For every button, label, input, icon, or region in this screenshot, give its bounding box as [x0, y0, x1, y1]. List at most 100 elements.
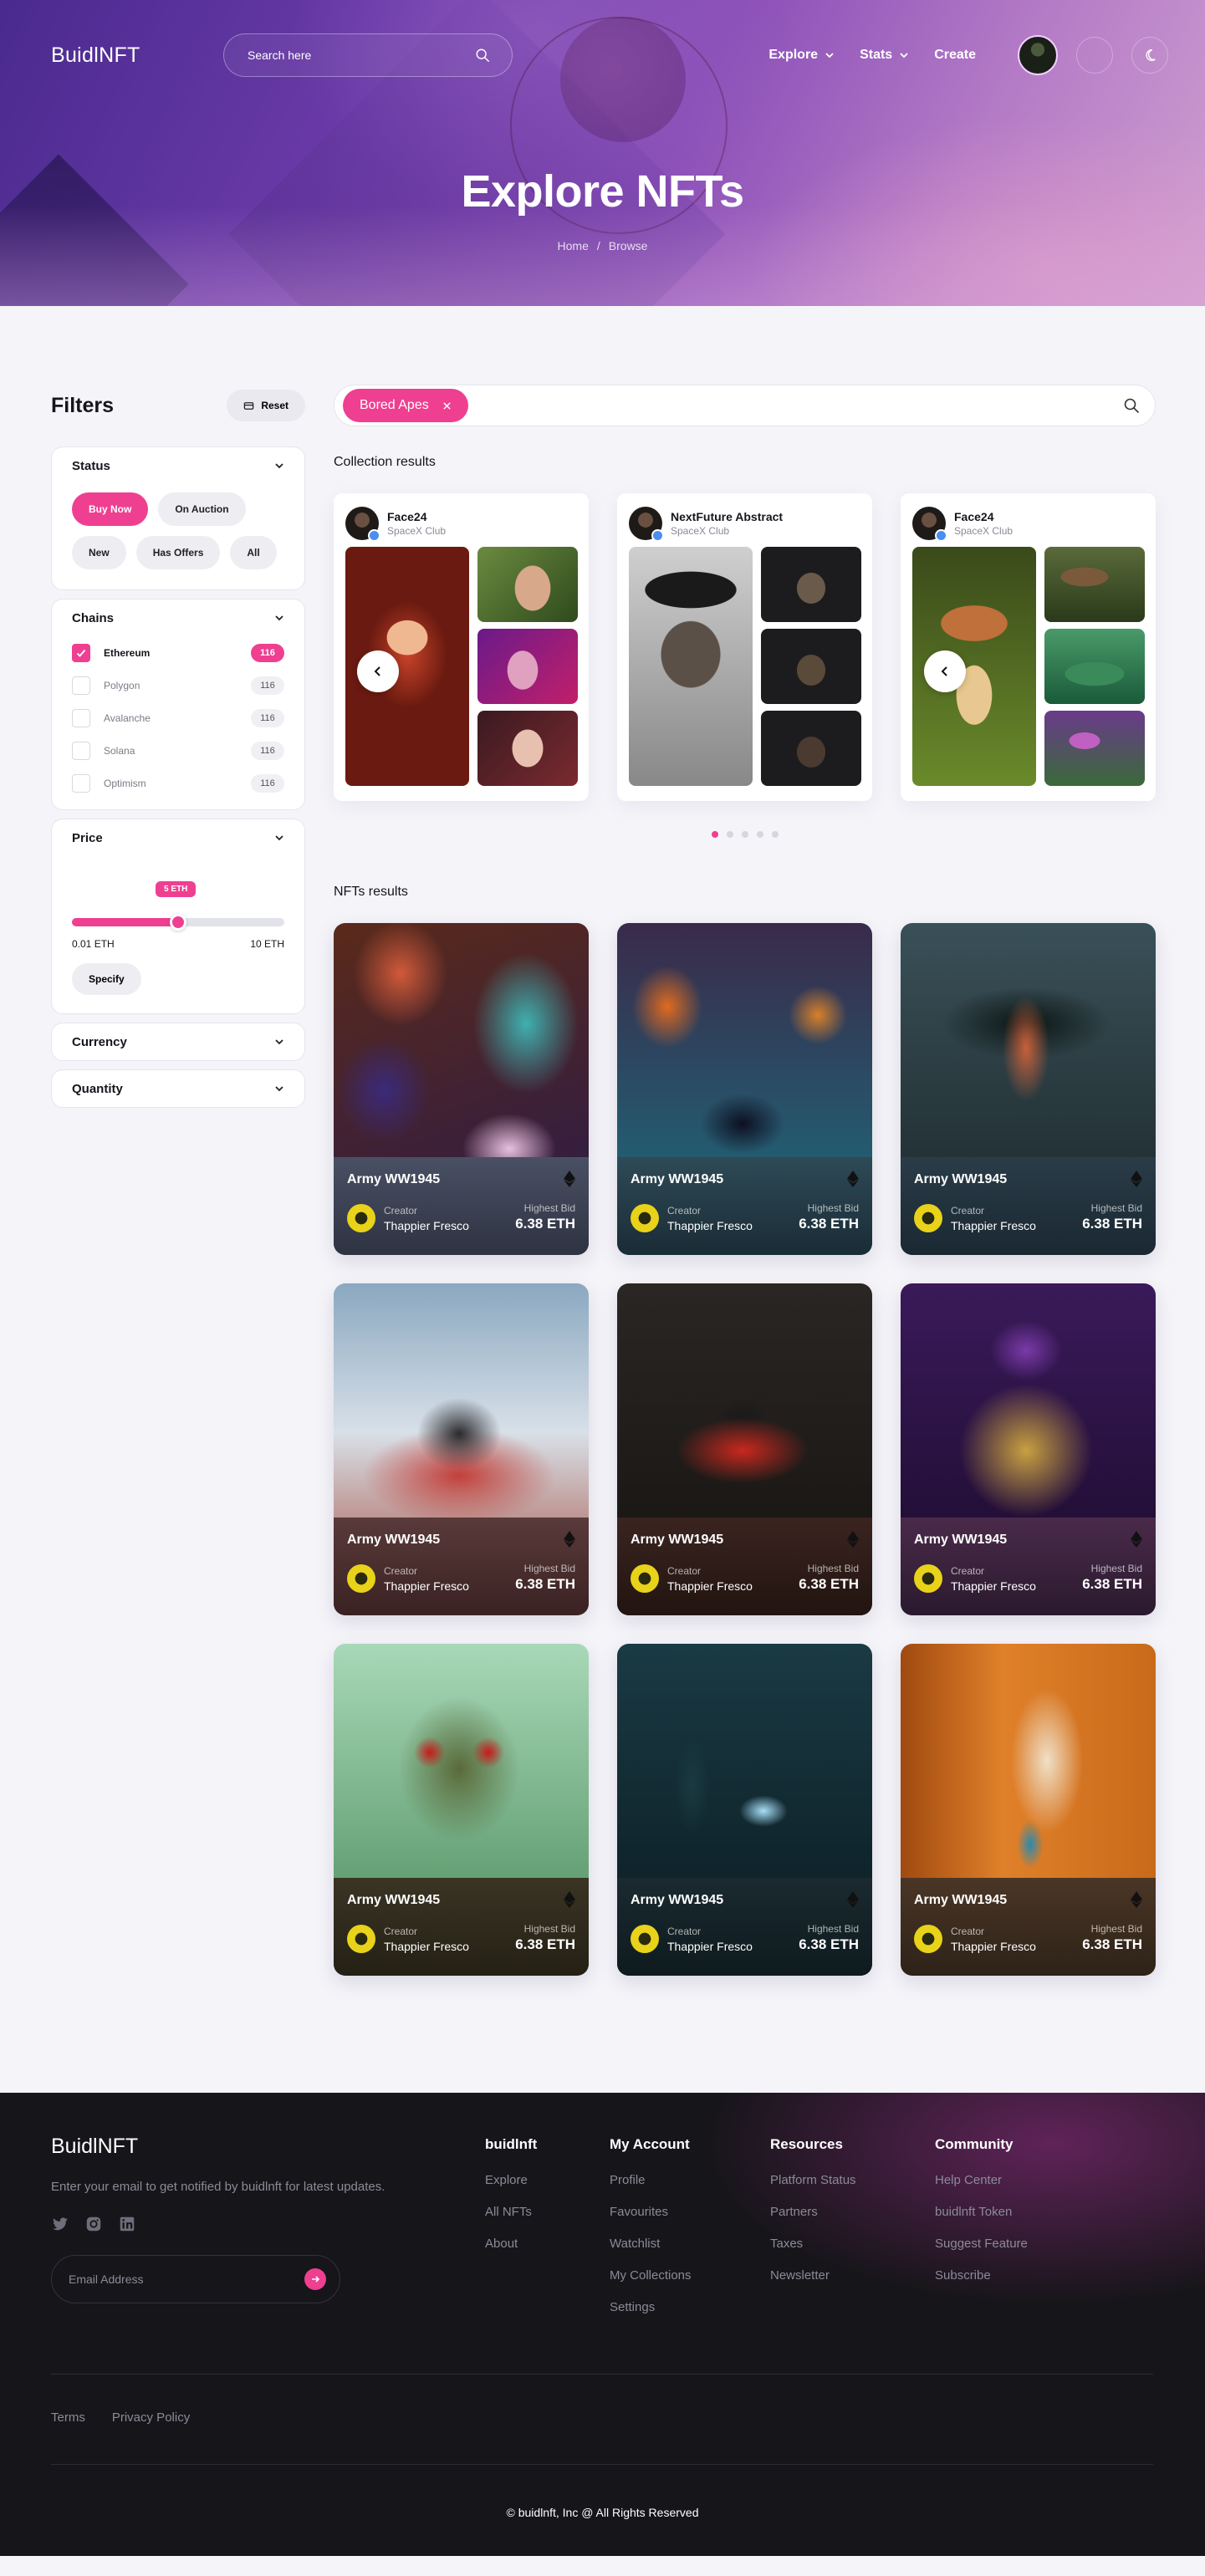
chain-checkbox[interactable]: [72, 708, 90, 727]
footer-divider: [51, 2374, 1153, 2375]
status-tag-on-auction[interactable]: On Auction: [158, 492, 246, 526]
site-logo[interactable]: BuidlNFT: [51, 43, 223, 68]
collection-preview-image: [629, 547, 753, 786]
footer-link-help-center[interactable]: Help Center: [935, 2173, 1102, 2187]
nft-meta: Creator Thappier Fresco Highest Bid 6.38 E…: [347, 1202, 575, 1232]
footer-link-favourites[interactable]: Favourites: [610, 2205, 770, 2219]
bid-value: 6.38 ETH: [515, 1936, 575, 1952]
specify-button[interactable]: Specify: [72, 963, 141, 995]
status-tag-new[interactable]: New: [72, 536, 126, 569]
footer-link-subscribe[interactable]: Subscribe: [935, 2268, 1102, 2283]
search-input[interactable]: [248, 48, 475, 62]
slider-handle[interactable]: [170, 914, 186, 931]
creator-name[interactable]: Thappier Fresco: [384, 1579, 469, 1593]
currency-toggle[interactable]: Currency: [72, 1023, 284, 1060]
footer-link-all-nfts[interactable]: All NFTs: [485, 2205, 610, 2219]
quantity-toggle[interactable]: Quantity: [72, 1070, 284, 1107]
search-chip[interactable]: Bored Apes: [343, 389, 468, 422]
chain-option-solana[interactable]: Solana 116: [72, 734, 284, 767]
chains-toggle[interactable]: Chains: [72, 599, 284, 636]
theme-toggle-button[interactable]: [1131, 37, 1168, 74]
footer-link-newsletter[interactable]: Newsletter: [770, 2268, 935, 2283]
creator-name[interactable]: Thappier Fresco: [667, 1940, 753, 1953]
menu-explore[interactable]: Explore: [768, 48, 835, 63]
chain-checkbox[interactable]: [72, 643, 90, 662]
footer-link-profile[interactable]: Profile: [610, 2173, 770, 2187]
footer-link-my-collections[interactable]: My Collections: [610, 2268, 770, 2283]
carousel-dot[interactable]: [771, 831, 779, 838]
nft-card[interactable]: Army WW1945 Creator Thappier Fresco Highe…: [334, 1644, 589, 1976]
instagram-icon[interactable]: [84, 2215, 103, 2233]
creator-name[interactable]: Thappier Fresco: [667, 1579, 753, 1593]
terms-link[interactable]: Terms: [51, 2410, 85, 2425]
menu-stats[interactable]: Stats: [860, 48, 909, 63]
status-label: Status: [72, 458, 110, 473]
footer-link-watchlist[interactable]: Watchlist: [610, 2237, 770, 2251]
price-toggle[interactable]: Price: [72, 819, 284, 856]
creator-name[interactable]: Thappier Fresco: [667, 1219, 753, 1232]
nft-card[interactable]: Army WW1945 Creator Thappier Fresco Highe…: [617, 1644, 872, 1976]
footer-link-settings[interactable]: Settings: [610, 2300, 770, 2314]
collection-card[interactable]: Face24 SpaceX Club: [334, 493, 589, 801]
reset-button[interactable]: Reset: [227, 390, 305, 421]
status-tag-has-offers[interactable]: Has Offers: [135, 536, 221, 569]
carousel-dot[interactable]: [726, 831, 733, 838]
collection-card[interactable]: NextFuture Abstract SpaceX Club: [617, 493, 872, 801]
close-icon[interactable]: [442, 401, 452, 411]
search-icon[interactable]: [1123, 397, 1140, 414]
nft-card[interactable]: Army WW1945 Creator Thappier Fresco Highe…: [617, 1283, 872, 1615]
chain-option-optimism[interactable]: Optimism 116: [72, 767, 284, 799]
notification-button[interactable]: [1076, 37, 1113, 74]
carousel-dot[interactable]: [756, 831, 763, 838]
search-icon[interactable]: [475, 48, 490, 63]
subscribe-button[interactable]: [304, 2268, 326, 2291]
footer-link-partners[interactable]: Partners: [770, 2205, 935, 2219]
creator-name[interactable]: Thappier Fresco: [951, 1219, 1036, 1232]
footer-link-suggest-feature[interactable]: Suggest Feature: [935, 2237, 1102, 2251]
results-search-bar[interactable]: Bored Apes: [334, 385, 1156, 426]
creator-name[interactable]: Thappier Fresco: [384, 1219, 469, 1232]
footer-link-token[interactable]: buidlnft Token: [935, 2205, 1102, 2219]
footer-link-about[interactable]: About: [485, 2237, 610, 2251]
chain-checkbox[interactable]: [72, 773, 90, 793]
chain-checkbox[interactable]: [72, 676, 90, 695]
twitter-icon[interactable]: [51, 2215, 69, 2233]
footer-link-explore[interactable]: Explore: [485, 2173, 610, 2187]
carousel-prev-button[interactable]: [357, 650, 399, 692]
chain-option-ethereum[interactable]: Ethereum 116: [72, 636, 284, 669]
price-slider[interactable]: [72, 914, 284, 931]
nft-card[interactable]: Army WW1945 Creator Thappier Fresco Highe…: [901, 1283, 1156, 1615]
nft-card[interactable]: Army WW1945 Creator Thappier Fresco Highe…: [901, 923, 1156, 1255]
nft-card[interactable]: Army WW1945 Creator Thappier Fresco Highe…: [334, 1283, 589, 1615]
email-field[interactable]: [69, 2272, 304, 2287]
status-tag-buy-now[interactable]: Buy Now: [72, 492, 149, 526]
carousel-dot[interactable]: [741, 831, 748, 838]
privacy-policy-link[interactable]: Privacy Policy: [112, 2410, 190, 2425]
footer-link-taxes[interactable]: Taxes: [770, 2237, 935, 2251]
bid-label: Highest Bid: [1090, 1923, 1142, 1935]
creator-name[interactable]: Thappier Fresco: [384, 1940, 469, 1953]
carousel-dot[interactable]: [711, 831, 718, 838]
creator-name[interactable]: Thappier Fresco: [951, 1940, 1036, 1953]
nft-card[interactable]: Army WW1945 Creator Thappier Fresco Highe…: [901, 1644, 1156, 1976]
footer-link-platform-status[interactable]: Platform Status: [770, 2173, 935, 2187]
creator-meta: Creator Thappier Fresco: [951, 1205, 1036, 1232]
status-toggle[interactable]: Status: [72, 447, 284, 484]
chains-label: Chains: [72, 610, 115, 625]
menu-create[interactable]: Create: [934, 48, 976, 63]
footer-logo[interactable]: BuidlNFT: [51, 2135, 485, 2159]
chain-option-avalanche[interactable]: Avalanche 116: [72, 701, 284, 734]
chain-option-polygon[interactable]: Polygon 116: [72, 669, 284, 701]
creator-name[interactable]: Thappier Fresco: [951, 1579, 1036, 1593]
carousel-prev-button[interactable]: [924, 650, 966, 692]
chain-checkbox[interactable]: [72, 741, 90, 760]
collection-card[interactable]: Face24 SpaceX Club: [901, 493, 1156, 801]
chevron-down-icon: [275, 1086, 283, 1092]
creator-label: Creator: [384, 1926, 418, 1937]
nft-card[interactable]: Army WW1945 Creator Thappier Fresco Highe…: [334, 923, 589, 1255]
user-avatar[interactable]: [1018, 35, 1058, 75]
status-tag-all[interactable]: All: [230, 536, 277, 569]
breadcrumb-home[interactable]: Home: [558, 239, 589, 252]
nft-card[interactable]: Army WW1945 Creator Thappier Fresco Highe…: [617, 923, 872, 1255]
linkedin-icon[interactable]: [118, 2215, 136, 2233]
